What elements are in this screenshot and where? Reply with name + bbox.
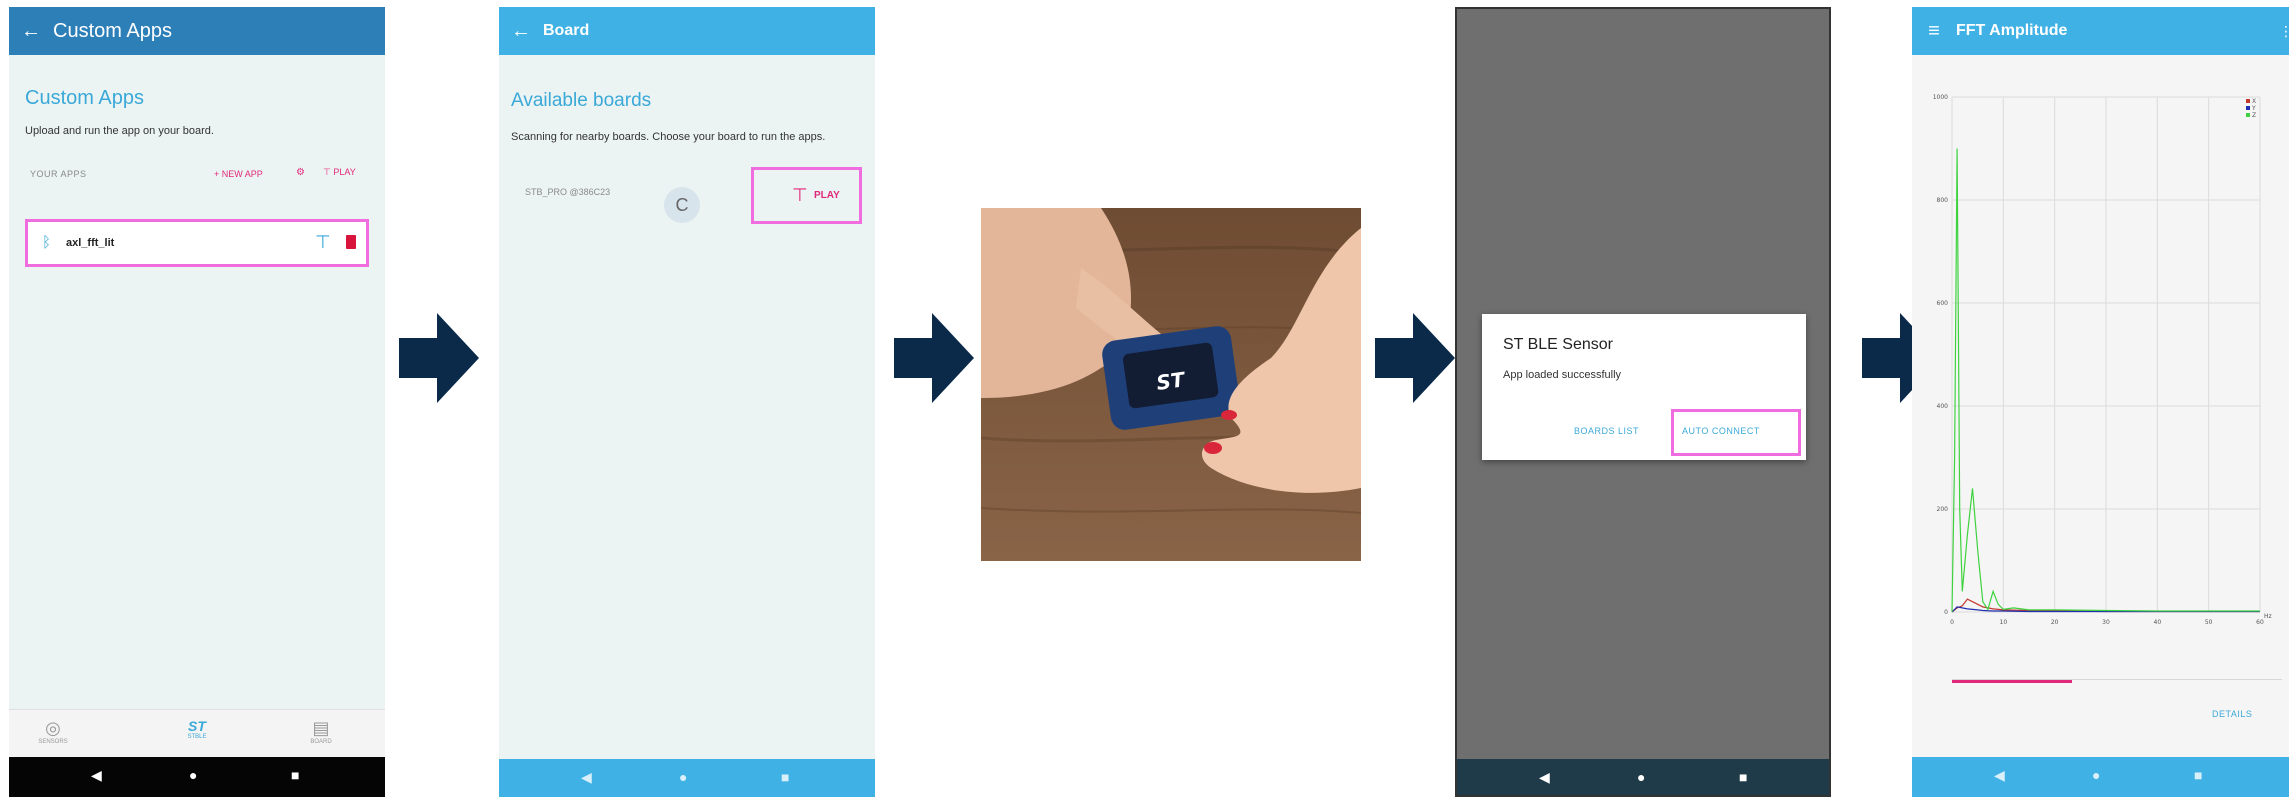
x-tick-label: 10 xyxy=(2000,619,2008,626)
spinner-glyph: C xyxy=(675,194,689,215)
system-back-icon[interactable]: ◀ xyxy=(1994,767,2005,784)
nav-item-stble[interactable]: ST STBLE xyxy=(167,718,227,740)
y-tick-label: 0 xyxy=(1944,609,1948,616)
trash-icon[interactable] xyxy=(346,235,356,249)
flow-arrow-icon xyxy=(894,313,974,403)
board-icon: ▤ xyxy=(312,718,330,738)
play-button[interactable]: ⊤ PLAY xyxy=(323,167,356,178)
flow-arrow-icon xyxy=(399,313,479,403)
system-navigation-bar: ◀ ● ■ xyxy=(499,759,875,797)
app-loaded-dialog: ST BLE Sensor App loaded successfully BO… xyxy=(1482,314,1806,460)
back-arrow-icon[interactable]: ← xyxy=(9,20,53,43)
fft-chart: 0 200 400 600 800 1000 0 10 20 30 40 50 60 Hz X Y Z xyxy=(1912,87,2289,687)
details-button[interactable]: DETAILS xyxy=(2212,709,2252,719)
auto-connect-button[interactable]: AUTO CONNECT xyxy=(1671,409,1801,456)
menu-icon[interactable]: ≡ xyxy=(1912,20,1956,43)
y-tick-label: 200 xyxy=(1937,506,1949,513)
app-bar: ← Custom Apps xyxy=(9,7,385,55)
overflow-menu-icon[interactable]: ⋮ xyxy=(2279,23,2289,40)
play-button[interactable]: ⊤ PLAY xyxy=(751,167,862,224)
x-tick-label: 30 xyxy=(2102,619,2110,626)
fft-amplitude-screen: ≡ FFT Amplitude ⋮ 0 200 400 600 800 1000 0 10 20… xyxy=(1912,7,2289,797)
app-bar-title: FFT Amplitude xyxy=(1956,22,2068,39)
page-subtitle: Upload and run the app on your board. xyxy=(25,125,214,137)
page-heading: Custom Apps xyxy=(25,87,144,109)
upload-icon: ⊤ xyxy=(323,167,331,177)
x-tick-label: 40 xyxy=(2154,619,2162,626)
legend-swatch xyxy=(2246,113,2250,117)
app-bar-title: Custom Apps xyxy=(53,19,172,42)
system-back-icon[interactable]: ◀ xyxy=(581,769,592,786)
custom-apps-screen: ← Custom Apps Custom Apps Upload and run… xyxy=(9,7,385,797)
system-navigation-bar: ◀ ● ■ xyxy=(1457,759,1829,795)
progress-track xyxy=(1952,679,2282,680)
system-back-icon[interactable]: ◀ xyxy=(1539,769,1550,786)
nav-label: SENSORS xyxy=(38,739,68,745)
x-axis-label: Hz xyxy=(2264,613,2272,620)
nav-item-sensors[interactable]: ◎ SENSORS xyxy=(23,718,83,745)
system-home-icon[interactable]: ● xyxy=(2092,767,2100,783)
fft-chart-svg: 0 200 400 600 800 1000 0 10 20 30 40 50 60Hz XYZ xyxy=(1933,94,2272,626)
flow-arrow-icon xyxy=(1375,313,1455,403)
system-recent-icon[interactable]: ■ xyxy=(781,769,789,785)
app-bar: ← Board xyxy=(499,7,875,55)
bottom-navigation: ◎ SENSORS ST STBLE ▤ BOARD xyxy=(9,709,385,758)
svg-text:ST: ST xyxy=(1155,367,1187,395)
settings-icon[interactable]: ⚙ xyxy=(296,167,305,178)
play-label: PLAY xyxy=(814,190,840,201)
y-tick-label: 400 xyxy=(1937,403,1949,410)
system-navigation-bar: ◀ ● ■ xyxy=(1912,757,2289,797)
legend-label: Z xyxy=(2252,112,2256,119)
page-subtitle: Scanning for nearby boards. Choose your … xyxy=(511,131,826,143)
dialog-message: App loaded successfully xyxy=(1503,369,1622,381)
board-name: STB_PRO @386C23 xyxy=(525,187,611,197)
your-apps-label: YOUR APPS xyxy=(30,169,87,179)
upload-icon: ⊤ xyxy=(792,185,808,205)
dialog-title: ST BLE Sensor xyxy=(1503,336,1613,353)
x-tick-label: 60 xyxy=(2256,619,2264,626)
auto-connect-label: AUTO CONNECT xyxy=(1682,426,1760,436)
system-home-icon[interactable]: ● xyxy=(679,769,687,785)
legend-swatch xyxy=(2246,99,2250,103)
legend-label: Y xyxy=(2251,105,2256,112)
legend-swatch xyxy=(2246,106,2250,110)
y-tick-label: 1000 xyxy=(1933,94,1948,101)
app-bar-title: Board xyxy=(543,22,590,39)
new-app-button[interactable]: + NEW APP xyxy=(214,169,263,179)
app-bar: ≡ FFT Amplitude ⋮ xyxy=(1912,7,2289,55)
bluetooth-icon: ᛒ xyxy=(42,234,52,251)
app-loaded-screen: ST BLE Sensor App loaded successfully BO… xyxy=(1455,7,1831,797)
board-photo: ST xyxy=(981,208,1361,561)
st-logo-icon: ST xyxy=(188,718,206,734)
page-heading: Available boards xyxy=(511,90,652,111)
system-home-icon[interactable]: ● xyxy=(1637,769,1645,785)
app-list-item[interactable]: ᛒ axl_fft_lit ⊤ xyxy=(25,219,369,267)
system-navigation-bar: ◀ ● ■ xyxy=(9,757,385,797)
nav-label: STBLE xyxy=(187,734,207,740)
x-tick-label: 0 xyxy=(1950,619,1954,626)
y-tick-label: 600 xyxy=(1937,300,1949,307)
nav-item-board[interactable]: ▤ BOARD xyxy=(291,718,351,745)
nav-label: BOARD xyxy=(310,739,332,745)
system-recent-icon[interactable]: ■ xyxy=(291,767,299,783)
sensors-icon: ◎ xyxy=(45,718,61,738)
loading-spinner: C xyxy=(664,187,700,223)
y-tick-label: 800 xyxy=(1937,197,1949,204)
system-recent-icon[interactable]: ■ xyxy=(2194,767,2202,783)
board-screen: ← Board Available boards Scanning for ne… xyxy=(499,7,875,797)
system-back-icon[interactable]: ◀ xyxy=(91,767,102,784)
app-name: axl_fft_lit xyxy=(66,237,115,249)
play-label: PLAY xyxy=(333,167,356,177)
x-tick-label: 50 xyxy=(2205,619,2213,626)
system-home-icon[interactable]: ● xyxy=(189,767,197,783)
back-arrow-icon[interactable]: ← xyxy=(499,20,543,43)
system-recent-icon[interactable]: ■ xyxy=(1739,769,1747,785)
x-tick-label: 20 xyxy=(2051,619,2059,626)
boards-list-button[interactable]: BOARDS LIST xyxy=(1574,426,1639,436)
upload-icon[interactable]: ⊤ xyxy=(315,232,331,253)
legend-label: X xyxy=(2252,98,2256,105)
